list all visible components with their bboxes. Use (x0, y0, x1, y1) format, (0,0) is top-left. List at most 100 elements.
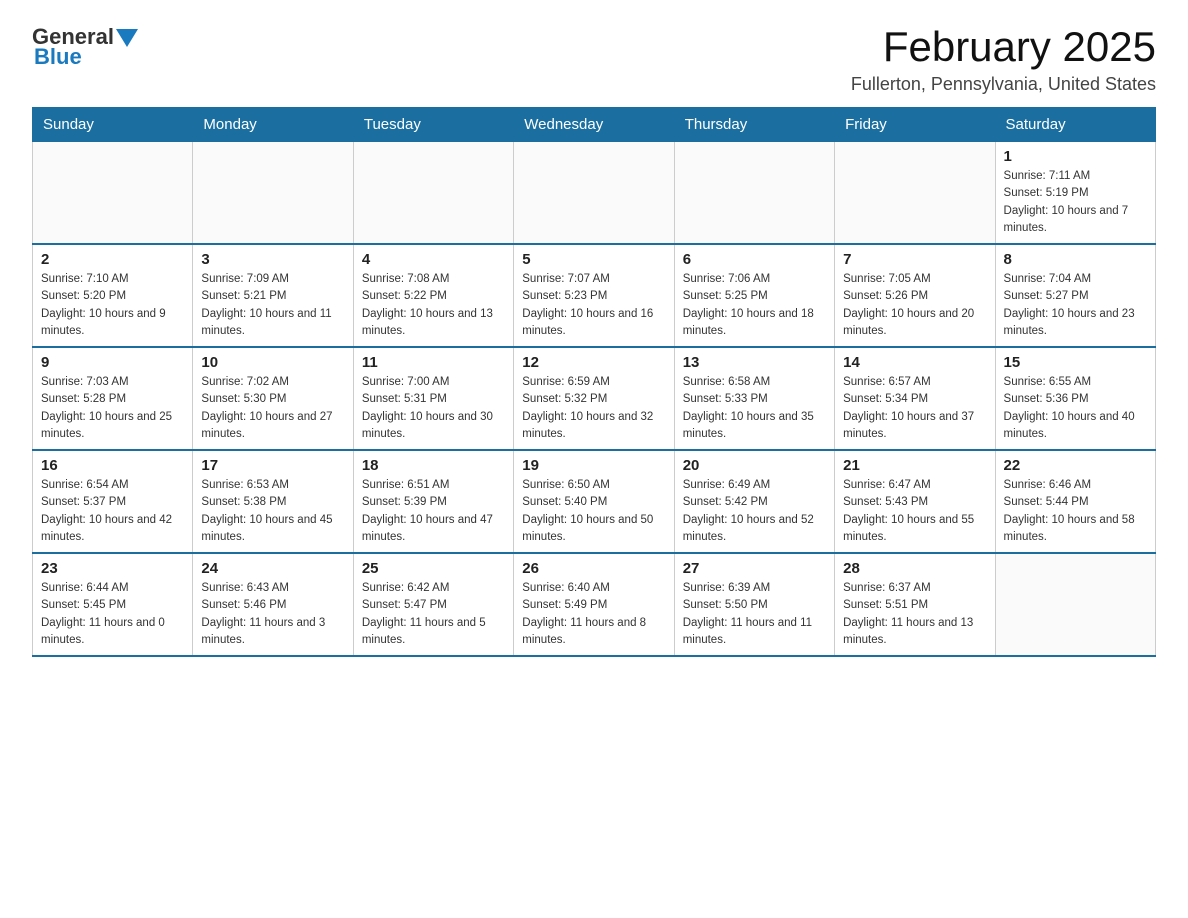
day-info: Sunrise: 6:46 AMSunset: 5:44 PMDaylight:… (1004, 477, 1147, 546)
calendar-day-cell: 19 Sunrise: 6:50 AMSunset: 5:40 PMDayligh… (514, 450, 674, 553)
day-number: 21 (843, 457, 986, 474)
day-info: Sunrise: 7:08 AMSunset: 5:22 PMDaylight:… (362, 271, 505, 340)
day-number: 2 (41, 251, 184, 268)
logo-arrow-icon (116, 29, 138, 47)
day-number: 14 (843, 354, 986, 371)
location-subtitle: Fullerton, Pennsylvania, United States (851, 74, 1156, 95)
weekday-header-row: SundayMondayTuesdayWednesdayThursdayFrid… (33, 108, 1156, 142)
calendar-day-cell (995, 553, 1155, 656)
day-number: 15 (1004, 354, 1147, 371)
weekday-header-wednesday: Wednesday (514, 108, 674, 142)
calendar-table: SundayMondayTuesdayWednesdayThursdayFrid… (32, 107, 1156, 657)
calendar-day-cell: 26 Sunrise: 6:40 AMSunset: 5:49 PMDayligh… (514, 553, 674, 656)
calendar-week-row: 23 Sunrise: 6:44 AMSunset: 5:45 PMDayligh… (33, 553, 1156, 656)
day-info: Sunrise: 7:03 AMSunset: 5:28 PMDaylight:… (41, 374, 184, 443)
day-number: 7 (843, 251, 986, 268)
calendar-day-cell: 28 Sunrise: 6:37 AMSunset: 5:51 PMDayligh… (835, 553, 995, 656)
day-number: 22 (1004, 457, 1147, 474)
calendar-day-cell: 3Sunrise: 7:09 AMSunset: 5:21 PMDaylight… (193, 244, 353, 347)
weekday-header-thursday: Thursday (674, 108, 834, 142)
calendar-day-cell (33, 142, 193, 245)
calendar-day-cell: 10 Sunrise: 7:02 AMSunset: 5:30 PMDayligh… (193, 347, 353, 450)
day-number: 25 (362, 560, 505, 577)
day-number: 19 (522, 457, 665, 474)
day-number: 20 (683, 457, 826, 474)
day-info: Sunrise: 6:40 AMSunset: 5:49 PMDaylight:… (522, 580, 665, 649)
day-number: 6 (683, 251, 826, 268)
calendar-day-cell: 6 Sunrise: 7:06 AMSunset: 5:25 PMDaylight… (674, 244, 834, 347)
calendar-day-cell (193, 142, 353, 245)
day-info: Sunrise: 6:58 AMSunset: 5:33 PMDaylight:… (683, 374, 826, 443)
day-info: Sunrise: 6:44 AMSunset: 5:45 PMDaylight:… (41, 580, 184, 649)
calendar-day-cell: 1 Sunrise: 7:11 AMSunset: 5:19 PMDaylight… (995, 142, 1155, 245)
day-info: Sunrise: 6:54 AMSunset: 5:37 PMDaylight:… (41, 477, 184, 546)
calendar-day-cell (835, 142, 995, 245)
day-number: 1 (1004, 148, 1147, 165)
day-number: 18 (362, 457, 505, 474)
calendar-week-row: 1 Sunrise: 7:11 AMSunset: 5:19 PMDaylight… (33, 142, 1156, 245)
calendar-day-cell: 13 Sunrise: 6:58 AMSunset: 5:33 PMDayligh… (674, 347, 834, 450)
weekday-header-monday: Monday (193, 108, 353, 142)
calendar-day-cell: 27 Sunrise: 6:39 AMSunset: 5:50 PMDayligh… (674, 553, 834, 656)
calendar-day-cell: 17Sunrise: 6:53 AMSunset: 5:38 PMDayligh… (193, 450, 353, 553)
calendar-day-cell: 16 Sunrise: 6:54 AMSunset: 5:37 PMDayligh… (33, 450, 193, 553)
day-info: Sunrise: 6:59 AMSunset: 5:32 PMDaylight:… (522, 374, 665, 443)
day-number: 9 (41, 354, 184, 371)
day-number: 17 (201, 457, 344, 474)
day-info: Sunrise: 7:06 AMSunset: 5:25 PMDaylight:… (683, 271, 826, 340)
calendar-day-cell: 2 Sunrise: 7:10 AMSunset: 5:20 PMDaylight… (33, 244, 193, 347)
calendar-week-row: 9 Sunrise: 7:03 AMSunset: 5:28 PMDaylight… (33, 347, 1156, 450)
day-info: Sunrise: 7:02 AMSunset: 5:30 PMDaylight:… (201, 374, 344, 443)
day-number: 24 (201, 560, 344, 577)
calendar-day-cell: 18 Sunrise: 6:51 AMSunset: 5:39 PMDayligh… (353, 450, 513, 553)
day-info: Sunrise: 6:49 AMSunset: 5:42 PMDaylight:… (683, 477, 826, 546)
day-info: Sunrise: 6:42 AMSunset: 5:47 PMDaylight:… (362, 580, 505, 649)
day-number: 8 (1004, 251, 1147, 268)
weekday-header-friday: Friday (835, 108, 995, 142)
day-info: Sunrise: 7:11 AMSunset: 5:19 PMDaylight:… (1004, 168, 1147, 237)
calendar-day-cell: 20 Sunrise: 6:49 AMSunset: 5:42 PMDayligh… (674, 450, 834, 553)
day-info: Sunrise: 6:37 AMSunset: 5:51 PMDaylight:… (843, 580, 986, 649)
calendar-day-cell: 7 Sunrise: 7:05 AMSunset: 5:26 PMDaylight… (835, 244, 995, 347)
calendar-week-row: 2 Sunrise: 7:10 AMSunset: 5:20 PMDaylight… (33, 244, 1156, 347)
calendar-day-cell: 11Sunrise: 7:00 AMSunset: 5:31 PMDayligh… (353, 347, 513, 450)
day-info: Sunrise: 7:07 AMSunset: 5:23 PMDaylight:… (522, 271, 665, 340)
day-number: 27 (683, 560, 826, 577)
weekday-header-sunday: Sunday (33, 108, 193, 142)
day-number: 10 (201, 354, 344, 371)
day-number: 28 (843, 560, 986, 577)
day-info: Sunrise: 6:39 AMSunset: 5:50 PMDaylight:… (683, 580, 826, 649)
logo: General Blue (32, 24, 138, 70)
day-info: Sunrise: 6:43 AMSunset: 5:46 PMDaylight:… (201, 580, 344, 649)
day-number: 4 (362, 251, 505, 268)
calendar-day-cell (353, 142, 513, 245)
calendar-day-cell (514, 142, 674, 245)
calendar-day-cell: 8 Sunrise: 7:04 AMSunset: 5:27 PMDaylight… (995, 244, 1155, 347)
calendar-day-cell: 25 Sunrise: 6:42 AMSunset: 5:47 PMDayligh… (353, 553, 513, 656)
calendar-day-cell: 4 Sunrise: 7:08 AMSunset: 5:22 PMDaylight… (353, 244, 513, 347)
calendar-day-cell (674, 142, 834, 245)
calendar-day-cell: 23 Sunrise: 6:44 AMSunset: 5:45 PMDayligh… (33, 553, 193, 656)
calendar-day-cell: 12Sunrise: 6:59 AMSunset: 5:32 PMDayligh… (514, 347, 674, 450)
calendar-header: SundayMondayTuesdayWednesdayThursdayFrid… (33, 108, 1156, 142)
day-number: 26 (522, 560, 665, 577)
calendar-day-cell: 14 Sunrise: 6:57 AMSunset: 5:34 PMDayligh… (835, 347, 995, 450)
calendar-day-cell: 5Sunrise: 7:07 AMSunset: 5:23 PMDaylight… (514, 244, 674, 347)
day-info: Sunrise: 7:05 AMSunset: 5:26 PMDaylight:… (843, 271, 986, 340)
calendar-day-cell: 24 Sunrise: 6:43 AMSunset: 5:46 PMDayligh… (193, 553, 353, 656)
calendar-body: 1 Sunrise: 7:11 AMSunset: 5:19 PMDaylight… (33, 142, 1156, 657)
day-number: 16 (41, 457, 184, 474)
month-title: February 2025 (851, 24, 1156, 70)
day-info: Sunrise: 6:57 AMSunset: 5:34 PMDaylight:… (843, 374, 986, 443)
day-info: Sunrise: 6:50 AMSunset: 5:40 PMDaylight:… (522, 477, 665, 546)
day-number: 11 (362, 354, 505, 371)
day-number: 23 (41, 560, 184, 577)
calendar-day-cell: 15Sunrise: 6:55 AMSunset: 5:36 PMDayligh… (995, 347, 1155, 450)
logo-blue-text: Blue (34, 44, 82, 70)
calendar-day-cell: 22 Sunrise: 6:46 AMSunset: 5:44 PMDayligh… (995, 450, 1155, 553)
day-number: 13 (683, 354, 826, 371)
day-info: Sunrise: 7:04 AMSunset: 5:27 PMDaylight:… (1004, 271, 1147, 340)
day-info: Sunrise: 7:10 AMSunset: 5:20 PMDaylight:… (41, 271, 184, 340)
day-info: Sunrise: 6:51 AMSunset: 5:39 PMDaylight:… (362, 477, 505, 546)
calendar-day-cell: 21Sunrise: 6:47 AMSunset: 5:43 PMDayligh… (835, 450, 995, 553)
